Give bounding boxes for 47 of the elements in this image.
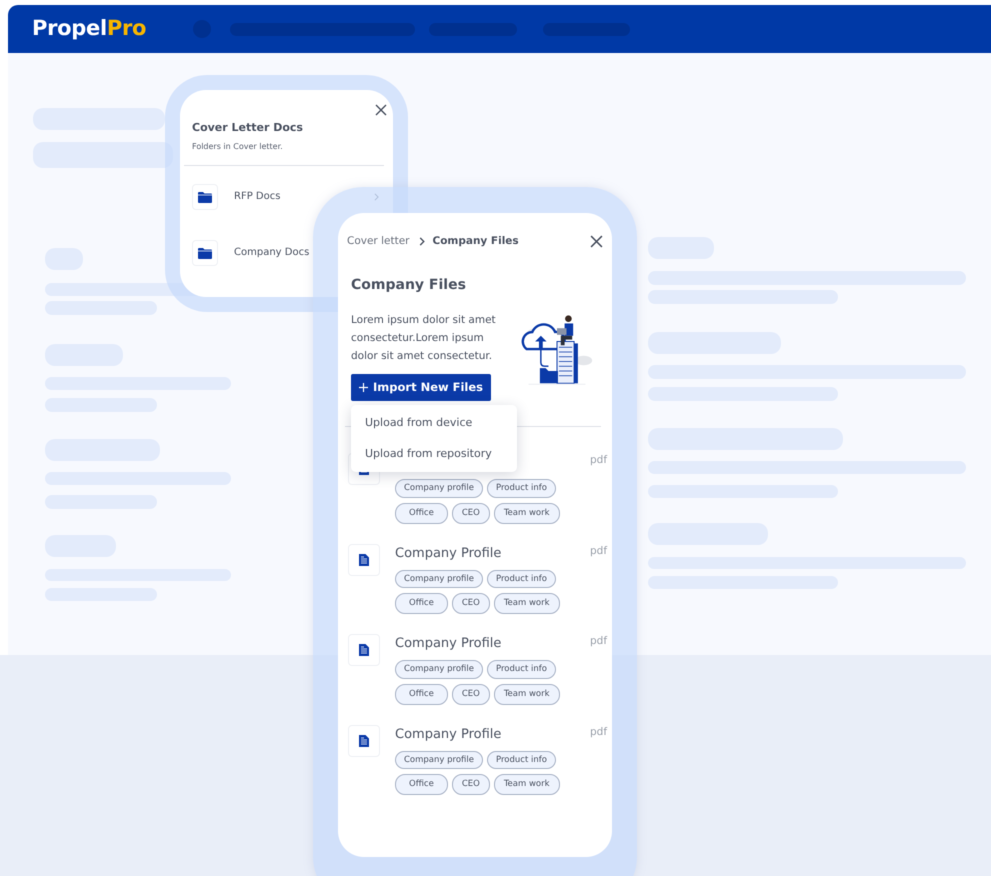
tag: Office — [395, 502, 448, 524]
document-icon — [359, 734, 369, 746]
file-title: Company Profile — [395, 726, 502, 744]
chevron-right-icon — [419, 237, 426, 246]
close-icon[interactable] — [590, 235, 603, 248]
folder-icon — [198, 246, 212, 258]
logo: PropelPro — [32, 15, 146, 42]
tag: CEO — [452, 502, 490, 524]
file-title: Company Profile — [395, 635, 502, 653]
description-text: Lorem ipsum dolor sit amet consectetur.Lorem ipsum dolor sit amet consectetur. — [351, 312, 497, 364]
file-type: pdf — [590, 634, 608, 649]
tag: Company profile — [395, 479, 483, 498]
file-type: pdf — [590, 724, 608, 740]
tag: Company profile — [395, 660, 483, 679]
document-icon — [359, 644, 369, 656]
tag: Company profile — [395, 570, 483, 588]
tag: Team work — [494, 774, 560, 795]
file-type: pdf — [590, 453, 608, 468]
panel-title: Company Files — [351, 276, 467, 295]
tag: CEO — [452, 684, 490, 704]
close-icon[interactable] — [375, 104, 387, 116]
tag: Office — [395, 684, 448, 704]
panel-title: Cover Letter Docs — [192, 120, 304, 136]
tag: Office — [395, 593, 448, 614]
tag: CEO — [452, 593, 490, 614]
folder-icon — [198, 190, 212, 202]
menu-item[interactable]: Upload from device — [351, 408, 517, 438]
menu-item[interactable]: Upload from repository — [351, 438, 517, 469]
breadcrumb-link[interactable]: Cover letter — [347, 234, 410, 250]
tag: Office — [395, 774, 448, 795]
tag: Team work — [494, 502, 560, 524]
file-title: Company Profile — [395, 544, 502, 562]
plus-icon — [359, 382, 368, 392]
import-button[interactable]: Import New Files — [351, 374, 492, 401]
panel-subtitle: Folders in Cover letter. — [192, 140, 284, 152]
tag: Product info — [487, 750, 556, 770]
tag: Product info — [487, 570, 556, 588]
tag: Team work — [494, 684, 560, 704]
document-icon — [359, 554, 369, 566]
tag: Product info — [487, 660, 556, 679]
tag: Product info — [487, 479, 556, 498]
folder-item[interactable]: RFP Docs — [234, 189, 280, 204]
tag: Company profile — [395, 750, 483, 770]
file-type: pdf — [590, 544, 608, 558]
tag: Team work — [494, 593, 560, 614]
folder-item[interactable]: Company Docs — [234, 245, 310, 260]
tag: CEO — [452, 774, 490, 795]
